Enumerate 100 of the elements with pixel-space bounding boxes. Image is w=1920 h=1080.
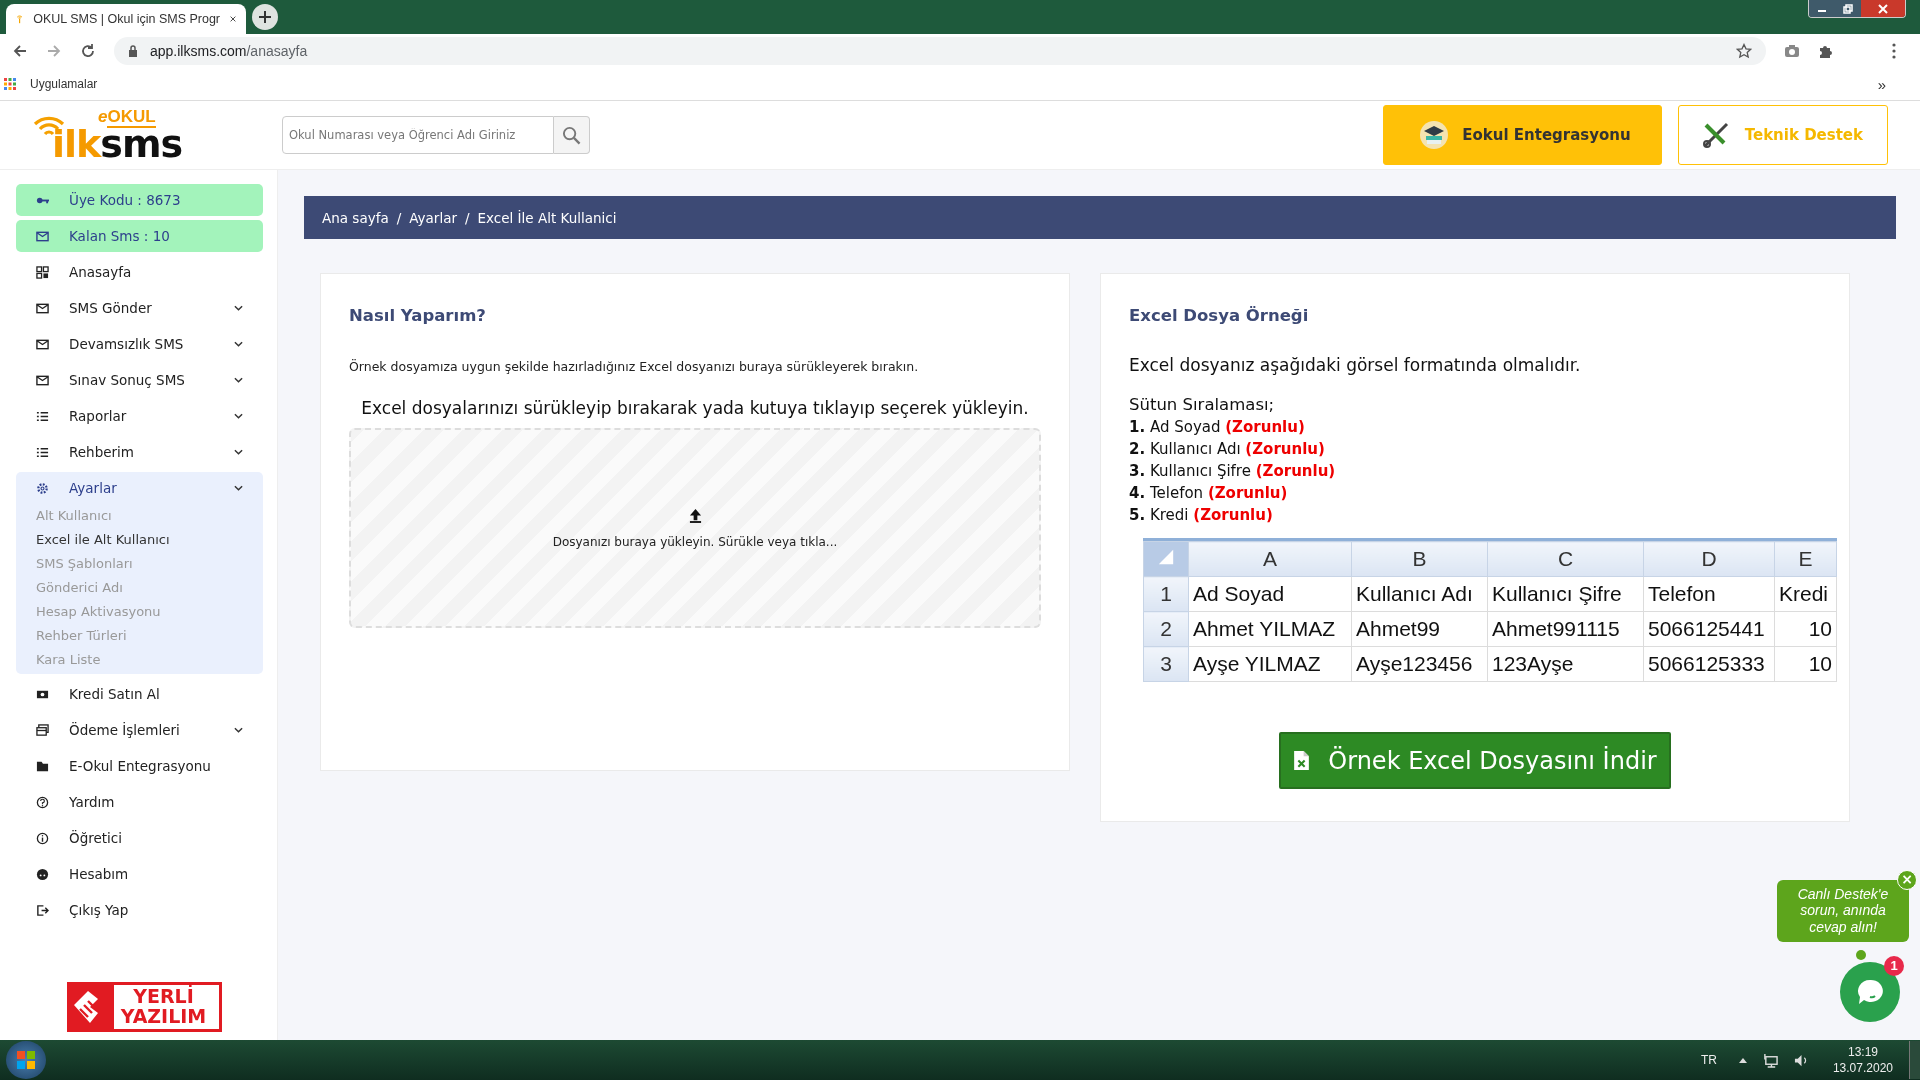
spreadsheet-cell: 10 (1774, 646, 1837, 682)
menu-icon[interactable] (1892, 43, 1896, 59)
chevron-icon (234, 341, 243, 347)
required-column-item: 1. Ad Soyad (Zorunlu) (1129, 418, 1306, 436)
system-clock[interactable]: 13:19 13.07.2020 (1832, 1045, 1893, 1075)
graduation-cap-icon (1420, 121, 1449, 149)
sidebar-item[interactable]: Sınav Sonuç SMS (16, 364, 263, 396)
upload-icon (688, 507, 702, 523)
search-button[interactable] (554, 116, 590, 154)
more-bookmarks-button[interactable]: » (1877, 75, 1886, 93)
search-field[interactable]: Okul Numarası veya Öğrenci Adı Giriniz (282, 116, 554, 154)
chevron-icon (234, 449, 243, 455)
sidebar-item[interactable]: E-Okul Entegrasyonu (16, 750, 263, 782)
breadcrumb-link[interactable]: Ana sayfa (322, 209, 389, 226)
spreadsheet-cell: Ahmet YILMAZ (1188, 611, 1352, 647)
select-all-corner-icon (1157, 548, 1175, 566)
close-icon[interactable] (230, 14, 236, 24)
chevron-icon (234, 377, 243, 383)
back-icon[interactable] (12, 43, 28, 59)
camera-icon[interactable] (1784, 44, 1800, 58)
required-column-item: 3. Kullanıcı Şifre (Zorunlu) (1129, 462, 1337, 480)
required-column-item: 2. Kullanıcı Adı (Zorunlu) (1129, 440, 1326, 458)
download-button[interactable]: Örnek Excel Dosyasını İndir (1279, 732, 1671, 789)
star-icon[interactable] (1736, 43, 1752, 59)
column-header: D (1643, 541, 1775, 577)
mail-icon (36, 229, 49, 243)
column-header: A (1188, 541, 1352, 577)
sidebar-item[interactable]: Anasayfa (16, 256, 263, 288)
close-icon[interactable] (1878, 3, 1888, 14)
sidebar-item[interactable]: Rehberim (16, 436, 263, 468)
dropzone-text: Dosyanızı buraya yükleyin. Sürükle veya tıkla... (552, 534, 838, 549)
sidebar-item[interactable]: Devamsızlık SMS (16, 328, 263, 360)
spreadsheet-cell: Ayşe123456 (1351, 646, 1488, 682)
sidebar-item[interactable]: Kredi Satın Al (16, 678, 263, 710)
logout-icon (36, 903, 49, 917)
sidebar-item[interactable]: Ödeme İşlemleri (16, 714, 263, 746)
gear-icon (36, 481, 49, 495)
row-header: 2 (1143, 611, 1189, 647)
speaker-icon[interactable] (1793, 1052, 1809, 1068)
user-icon (36, 867, 49, 881)
submenu-item[interactable]: Excel ile Alt Kullanıcı (16, 528, 263, 552)
start-button[interactable] (6, 1041, 46, 1079)
spreadsheet-cell: 5066125333 (1643, 646, 1775, 682)
column-header: B (1351, 541, 1488, 577)
card-title: Excel Dosya Örneği (1129, 306, 1310, 325)
sidebar-item[interactable]: Ayarlar (16, 472, 263, 504)
restore-icon[interactable] (1843, 3, 1853, 14)
apps-grid-icon[interactable] (4, 78, 16, 90)
column-order-heading: Sütun Sıralaması; (1129, 395, 1276, 414)
bookmark-link[interactable]: Uygulamalar (30, 77, 98, 91)
breadcrumb-link[interactable]: Ayarlar (409, 209, 457, 226)
chevron-icon (234, 485, 243, 491)
spreadsheet-cell: Ayşe YILMAZ (1188, 646, 1352, 682)
chat-icon (1855, 977, 1885, 1007)
logo[interactable]: eOKUL ilksms (32, 107, 262, 163)
spreadsheet-cell: Kullanıcı Adı (1351, 576, 1488, 612)
row-header: 3 (1143, 646, 1189, 682)
chat-button[interactable] (1840, 962, 1900, 1022)
language-indicator[interactable]: TR (1700, 1053, 1717, 1067)
tab-title: OKUL SMS | Okul için SMS Progr (33, 12, 221, 26)
unread-count-badge: 1 (1884, 956, 1904, 976)
spreadsheet-cell: Telefon (1643, 576, 1775, 612)
browser-tab[interactable]: OKUL SMS | Okul için SMS Progr (6, 4, 246, 34)
chevron-icon (234, 413, 243, 419)
window-controls[interactable] (1808, 0, 1906, 18)
spreadsheet-cell: Ahmet991115 (1487, 611, 1644, 647)
integration-button[interactable]: Eokul Entegrasyonu (1383, 105, 1662, 165)
breadcrumb-separator: / (464, 209, 470, 226)
sidebar-item[interactable]: Çıkış Yap (16, 894, 263, 926)
spreadsheet-cell: Ad Soyad (1188, 576, 1352, 612)
format-text: Excel dosyanız aşağıdaki görsel formatında olmalıdır. (1129, 355, 1582, 375)
address-bar[interactable]: app.ilksms.com/anasayfa (114, 37, 1766, 65)
sidebar-item[interactable]: Raporlar (16, 400, 263, 432)
reload-icon[interactable] (80, 43, 96, 59)
search-icon (562, 125, 581, 145)
sidebar-item[interactable]: Hesabım (16, 858, 263, 890)
column-header: E (1774, 541, 1837, 577)
required-column-item: 5. Kredi (Zorunlu) (1129, 506, 1274, 524)
network-icon[interactable] (1762, 1052, 1778, 1068)
list-icon (36, 445, 49, 459)
mail-icon (36, 337, 49, 351)
sidebar-item[interactable]: Öğretici (16, 822, 263, 854)
puzzle-icon[interactable] (1818, 43, 1834, 59)
sidebar-item[interactable]: SMS Gönder (16, 292, 263, 324)
instruction-text: Örnek dosyamıza uygun şekilde hazırladığınız Excel dosyanızı buraya sürükleyerek bırakın. (349, 359, 920, 374)
spreadsheet-cell: 123Ayşe (1487, 646, 1644, 682)
file-dropzone[interactable]: Dosyanızı buraya yükleyin. Sürükle veya tıkla... (349, 428, 1041, 628)
row-header: 1 (1143, 576, 1189, 612)
windows-logo-icon (16, 1050, 36, 1070)
breadcrumb-link[interactable]: Excel İle Alt Kullanici (477, 209, 617, 226)
domestic-software-badge: YERLİ YAZILIM (67, 982, 222, 1032)
file-icon (1293, 750, 1311, 771)
caret-up-icon[interactable] (1738, 1057, 1747, 1063)
sidebar-item[interactable]: Yardım (16, 786, 263, 818)
folder-icon (36, 759, 49, 773)
chevron-icon (234, 305, 243, 311)
spreadsheet-cell: 10 (1774, 611, 1837, 647)
mail-icon (36, 301, 49, 315)
new-tab-icon[interactable] (252, 4, 278, 30)
bubble-tail-dot (1856, 950, 1866, 960)
